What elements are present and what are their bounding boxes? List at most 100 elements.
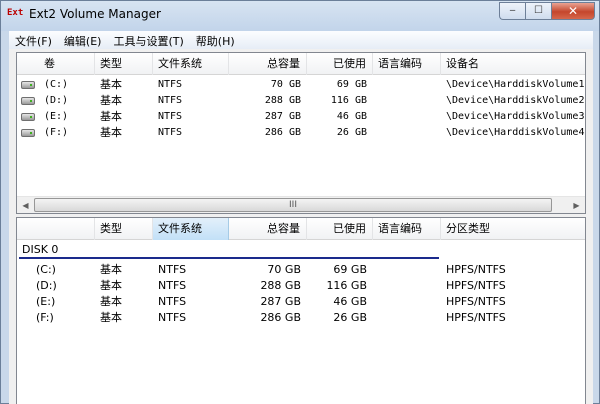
- cell-filesystem: NTFS: [158, 79, 183, 90]
- col-filesystem[interactable]: 文件系统: [153, 53, 229, 75]
- title-bar[interactable]: Ext Ext2 Volume Manager ‒ ☐ ✕: [1, 1, 599, 30]
- cell-volume: (E:): [44, 111, 69, 122]
- menu-file[interactable]: 文件(F): [9, 31, 58, 49]
- table-row[interactable]: (F:) 基本 NTFS 286 GB 26 GB \Device\Harddi…: [17, 125, 585, 141]
- scroll-right-arrow-icon[interactable]: ▶: [568, 197, 585, 213]
- cell-used: 46 GB: [336, 111, 367, 122]
- app-window: Ext Ext2 Volume Manager ‒ ☐ ✕ 文件(F) 编辑(E…: [0, 0, 600, 404]
- cell-volume: (F:): [36, 311, 54, 324]
- cell-filesystem: NTFS: [158, 279, 187, 292]
- cell-used: 116 GB: [330, 95, 367, 106]
- cell-used: 69 GB: [333, 263, 367, 276]
- cell-partition-type: HPFS/NTFS: [446, 263, 506, 276]
- table-row[interactable]: (C:) 基本 NTFS 70 GB 69 GB \Device\Harddis…: [17, 77, 585, 93]
- disk-list-header: 类型 文件系统 总容量 已使用 语言编码 分区类型: [17, 218, 585, 240]
- col-codepage[interactable]: 语言编码: [373, 53, 441, 75]
- cell-type: 基本: [100, 94, 122, 107]
- cell-codepage: [373, 77, 441, 93]
- cell-used: 116 GB: [326, 279, 367, 292]
- disk-list[interactable]: 类型 文件系统 总容量 已使用 语言编码 分区类型 DISK 0 (C:) 基本…: [16, 217, 586, 404]
- cell-type: 基本: [100, 295, 122, 308]
- cell-used: 69 GB: [336, 79, 367, 90]
- cell-filesystem: NTFS: [158, 311, 187, 324]
- cell-volume: (E:): [36, 295, 56, 308]
- cell-device: \Device\HarddiskVolume3: [446, 111, 585, 122]
- cell-device: \Device\HarddiskVolume2: [446, 95, 585, 106]
- minimize-button[interactable]: ‒: [499, 2, 525, 20]
- cell-volume: (C:): [36, 263, 56, 276]
- col-codepage[interactable]: 语言编码: [373, 218, 441, 240]
- volume-list[interactable]: 卷 类型 文件系统 总容量 已使用 语言编码 设备名 (C:) 基本 NTFS …: [16, 52, 586, 214]
- maximize-button[interactable]: ☐: [525, 2, 551, 20]
- cell-codepage: [373, 109, 441, 125]
- cell-total: 286 GB: [264, 127, 301, 138]
- disk-divider: [19, 257, 439, 259]
- menu-help[interactable]: 帮助(H): [190, 31, 241, 49]
- disk-label[interactable]: DISK 0: [22, 242, 58, 257]
- close-button[interactable]: ✕: [551, 2, 595, 20]
- cell-codepage: [373, 93, 441, 109]
- cell-total: 287 GB: [260, 295, 301, 308]
- col-volume[interactable]: 卷: [17, 53, 95, 75]
- table-row[interactable]: (F:) 基本 NTFS 286 GB 26 GB HPFS/NTFS: [17, 310, 585, 326]
- menu-tools-settings[interactable]: 工具与设置(T): [107, 31, 189, 49]
- cell-total: 286 GB: [260, 311, 301, 324]
- col-device[interactable]: 设备名: [441, 53, 585, 75]
- hard-drive-icon: [21, 113, 35, 121]
- col-total[interactable]: 总容量: [229, 218, 307, 240]
- cell-type: 基本: [100, 126, 122, 139]
- cell-used: 26 GB: [333, 311, 367, 324]
- cell-partition-type: HPFS/NTFS: [446, 279, 506, 292]
- cell-total: 288 GB: [260, 279, 301, 292]
- client-area: 卷 类型 文件系统 总容量 已使用 语言编码 设备名 (C:) 基本 NTFS …: [9, 49, 593, 404]
- col-partition-type[interactable]: 分区类型: [441, 218, 585, 240]
- cell-type: 基本: [100, 279, 122, 292]
- scroll-left-arrow-icon[interactable]: ◀: [17, 197, 34, 213]
- table-row[interactable]: (D:) 基本 NTFS 288 GB 116 GB HPFS/NTFS: [17, 278, 585, 294]
- cell-volume: (D:): [44, 95, 69, 106]
- col-filesystem[interactable]: 文件系统: [153, 218, 229, 240]
- cell-volume: (D:): [36, 279, 57, 292]
- cell-partition-type: HPFS/NTFS: [446, 311, 506, 324]
- cell-device: \Device\HarddiskVolume4: [446, 127, 585, 138]
- table-row[interactable]: (E:) 基本 NTFS 287 GB 46 GB HPFS/NTFS: [17, 294, 585, 310]
- col-total[interactable]: 总容量: [229, 53, 307, 75]
- cell-total: 70 GB: [267, 263, 301, 276]
- col-used[interactable]: 已使用: [307, 53, 373, 75]
- table-row[interactable]: (D:) 基本 NTFS 288 GB 116 GB \Device\Hardd…: [17, 93, 585, 109]
- col-type[interactable]: 类型: [95, 53, 153, 75]
- cell-total: 70 GB: [270, 79, 301, 90]
- volume-list-header: 卷 类型 文件系统 总容量 已使用 语言编码 设备名: [17, 53, 585, 75]
- menu-bar: 文件(F) 编辑(E) 工具与设置(T) 帮助(H): [9, 31, 593, 49]
- scroll-thumb[interactable]: III: [34, 198, 552, 212]
- cell-filesystem: NTFS: [158, 127, 183, 138]
- cell-used: 46 GB: [333, 295, 367, 308]
- cell-type: 基本: [100, 110, 122, 123]
- table-row[interactable]: (C:) 基本 NTFS 70 GB 69 GB HPFS/NTFS: [17, 262, 585, 278]
- horizontal-scrollbar[interactable]: ◀ III ▶: [17, 196, 585, 213]
- cell-total: 287 GB: [264, 111, 301, 122]
- cell-type: 基本: [100, 78, 122, 91]
- hard-drive-icon: [21, 97, 35, 105]
- cell-volume: (F:): [44, 127, 69, 138]
- cell-codepage: [373, 278, 441, 294]
- cell-partition-type: HPFS/NTFS: [446, 295, 506, 308]
- cell-filesystem: NTFS: [158, 263, 187, 276]
- hard-drive-icon: [21, 81, 35, 89]
- app-icon: Ext: [7, 8, 24, 18]
- cell-codepage: [373, 125, 441, 141]
- col-used[interactable]: 已使用: [307, 218, 373, 240]
- cell-device: \Device\HarddiskVolume1: [446, 79, 585, 90]
- window-title: Ext2 Volume Manager: [29, 7, 161, 21]
- cell-filesystem: NTFS: [158, 295, 187, 308]
- menu-edit[interactable]: 编辑(E): [58, 31, 108, 49]
- cell-filesystem: NTFS: [158, 111, 183, 122]
- cell-type: 基本: [100, 263, 122, 276]
- col-volume[interactable]: [17, 218, 95, 240]
- cell-codepage: [373, 262, 441, 278]
- table-row[interactable]: (E:) 基本 NTFS 287 GB 46 GB \Device\Harddi…: [17, 109, 585, 125]
- col-type[interactable]: 类型: [95, 218, 153, 240]
- cell-volume: (C:): [44, 79, 69, 90]
- caption-buttons: ‒ ☐ ✕: [499, 2, 595, 20]
- cell-used: 26 GB: [336, 127, 367, 138]
